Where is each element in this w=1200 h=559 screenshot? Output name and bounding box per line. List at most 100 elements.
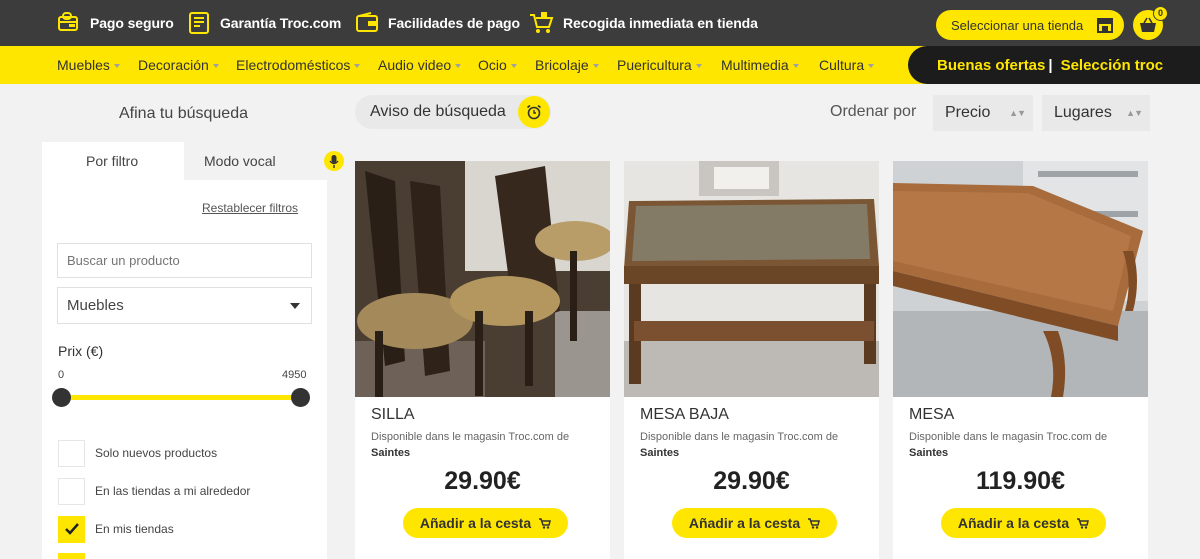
nav-item-ocio[interactable]: Ocio bbox=[478, 46, 517, 84]
add-to-cart-label: Añadir a la cesta bbox=[419, 515, 532, 531]
option-label: Solo nuevos productos bbox=[95, 446, 218, 460]
chevron-down-icon bbox=[455, 64, 462, 69]
chevron-down-icon bbox=[510, 64, 517, 69]
nav-item-cultura[interactable]: Cultura bbox=[819, 46, 875, 84]
product-availability: Disponible dans le magasin Troc.com de Sa… bbox=[909, 429, 1144, 461]
search-alert-label: Aviso de búsqueda bbox=[370, 103, 506, 120]
price-max-handle[interactable] bbox=[291, 388, 310, 407]
price-range-track[interactable] bbox=[61, 395, 301, 400]
add-to-cart-button[interactable]: Añadir a la cesta bbox=[403, 508, 568, 538]
top-bar: Pago seguro Garantía Troc.com Facilidade… bbox=[0, 0, 1200, 46]
sort-places-button[interactable]: Lugares ▲▼ bbox=[1042, 95, 1150, 131]
product-availability: Disponible dans le magasin Troc.com de Sa… bbox=[640, 429, 875, 461]
feature-payment-facilities: Facilidades de pago bbox=[355, 0, 520, 46]
chevron-down-icon bbox=[113, 64, 120, 69]
checkbox[interactable] bbox=[58, 439, 85, 467]
product-name[interactable]: SILLA bbox=[371, 406, 415, 424]
product-photo-chairs[interactable] bbox=[355, 161, 610, 397]
alarm-clock-icon bbox=[518, 96, 550, 128]
product-card[interactable]: MESA Disponible dans le magasin Troc.com… bbox=[893, 161, 1148, 559]
option-label: En las tiendas a mi alrededor bbox=[95, 484, 251, 498]
product-price: 119.90€ bbox=[976, 467, 1065, 495]
product-photo-table[interactable] bbox=[893, 161, 1148, 397]
chevron-down-icon bbox=[592, 64, 599, 69]
checkbox-partial[interactable] bbox=[58, 553, 85, 559]
tab-voice-mode[interactable]: Modo vocal bbox=[184, 142, 344, 180]
nav-item-label: Multimedia bbox=[721, 57, 789, 73]
add-to-cart-button[interactable]: Añadir a la cesta bbox=[672, 508, 837, 538]
nav-item-puericultura[interactable]: Puericultura bbox=[617, 46, 702, 84]
nav-item-label: Cultura bbox=[819, 57, 865, 73]
chevron-down-icon bbox=[792, 64, 799, 69]
nav-item-bricolaje[interactable]: Bricolaje bbox=[535, 46, 599, 84]
add-to-cart-label: Añadir a la cesta bbox=[957, 515, 1070, 531]
sort-price-label: Precio bbox=[945, 104, 991, 121]
price-min-handle[interactable] bbox=[52, 388, 71, 407]
nav-item-label: Electrodomésticos bbox=[236, 57, 351, 73]
tab-label: Por filtro bbox=[86, 153, 139, 169]
basket-icon bbox=[1140, 17, 1156, 32]
feature-label: Pago seguro bbox=[90, 15, 174, 31]
availability-text: Disponible dans le magasin Troc.com de bbox=[640, 431, 839, 443]
store-pickup-cart-icon bbox=[530, 12, 554, 33]
deals-bar: Buenas ofertas | Selección troc bbox=[908, 46, 1200, 84]
product-search-input[interactable] bbox=[57, 243, 312, 278]
payment-wallet-icon bbox=[356, 12, 378, 32]
product-card[interactable]: MESA BAJA Disponible dans le magasin Tro… bbox=[624, 161, 879, 559]
cart-count-badge: 0 bbox=[1153, 6, 1168, 21]
nav-item-multimedia[interactable]: Multimedia bbox=[721, 46, 799, 84]
cart-icon bbox=[808, 517, 821, 529]
add-to-cart-button[interactable]: Añadir a la cesta bbox=[941, 508, 1106, 538]
good-deals-link[interactable]: Buenas ofertas bbox=[937, 57, 1045, 74]
nav-item-label: Bricolaje bbox=[535, 57, 589, 73]
chevron-down-icon bbox=[695, 64, 702, 69]
nav-item-electrodomesticos[interactable]: Electrodomésticos bbox=[236, 46, 361, 84]
chevron-down-icon bbox=[212, 64, 219, 69]
price-min-value: 0 bbox=[58, 369, 65, 381]
price-max-value: 4950 bbox=[282, 369, 307, 381]
nav-item-muebles[interactable]: Muebles bbox=[57, 46, 120, 84]
feature-secure-payment: Pago seguro bbox=[57, 0, 174, 46]
feature-label: Recogida inmediata en tienda bbox=[563, 15, 758, 31]
sort-by-label: Ordenar por bbox=[830, 103, 917, 120]
category-select-value: Muebles bbox=[67, 297, 124, 314]
product-photo-coffee-table[interactable] bbox=[624, 161, 879, 397]
refine-search-title: Afina tu búsqueda bbox=[119, 105, 248, 122]
filter-tabs: Por filtro Modo vocal bbox=[42, 142, 344, 180]
tab-by-filter[interactable]: Por filtro bbox=[42, 142, 184, 180]
sort-places-label: Lugares bbox=[1054, 104, 1112, 121]
feature-warranty: Garantía Troc.com bbox=[187, 0, 341, 46]
nav-item-audio-video[interactable]: Audio video bbox=[378, 46, 462, 84]
select-store-label: Seleccionar una tienda bbox=[951, 17, 1084, 33]
search-alert-button[interactable]: Aviso de búsqueda bbox=[355, 95, 551, 129]
feature-label: Facilidades de pago bbox=[388, 15, 520, 31]
sort-arrows-icon: ▲▼ bbox=[1126, 108, 1143, 118]
sort-price-button[interactable]: Precio ▲▼ bbox=[933, 95, 1033, 131]
product-name[interactable]: MESA BAJA bbox=[640, 406, 729, 424]
checkbox-checked[interactable] bbox=[58, 515, 85, 543]
product-card[interactable]: SILLA Disponible dans le magasin Troc.co… bbox=[355, 161, 610, 559]
availability-text: Disponible dans le magasin Troc.com de bbox=[909, 431, 1108, 443]
nav-item-label: Ocio bbox=[478, 57, 507, 73]
option-new-products[interactable]: Solo nuevos productos bbox=[58, 439, 217, 467]
cart-icon bbox=[1077, 517, 1090, 529]
option-nearby-stores[interactable]: En las tiendas a mi alrededor bbox=[58, 477, 250, 505]
secure-payment-icon bbox=[58, 12, 78, 31]
store-name: Saintes bbox=[909, 447, 949, 459]
store-icon bbox=[1097, 18, 1113, 33]
checkbox[interactable] bbox=[58, 477, 85, 505]
product-name[interactable]: MESA bbox=[909, 406, 954, 424]
nav-item-label: Audio video bbox=[378, 57, 452, 73]
warranty-icon bbox=[189, 12, 209, 34]
nav-item-decoracion[interactable]: Decoración bbox=[138, 46, 219, 84]
reset-filters-link[interactable]: Restablecer filtros bbox=[202, 201, 298, 215]
product-price: 29.90€ bbox=[444, 467, 521, 495]
select-store-button[interactable]: Seleccionar una tienda bbox=[936, 10, 1124, 40]
nav-item-label: Puericultura bbox=[617, 57, 692, 73]
nav-item-label: Decoración bbox=[138, 57, 209, 73]
option-my-stores[interactable]: En mis tiendas bbox=[58, 515, 174, 543]
tab-label: Modo vocal bbox=[204, 153, 276, 169]
troc-selection-link[interactable]: Selección troc bbox=[1061, 57, 1164, 74]
feature-store-pickup: Recogida inmediata en tienda bbox=[528, 0, 758, 46]
category-select[interactable]: Muebles bbox=[57, 287, 312, 324]
